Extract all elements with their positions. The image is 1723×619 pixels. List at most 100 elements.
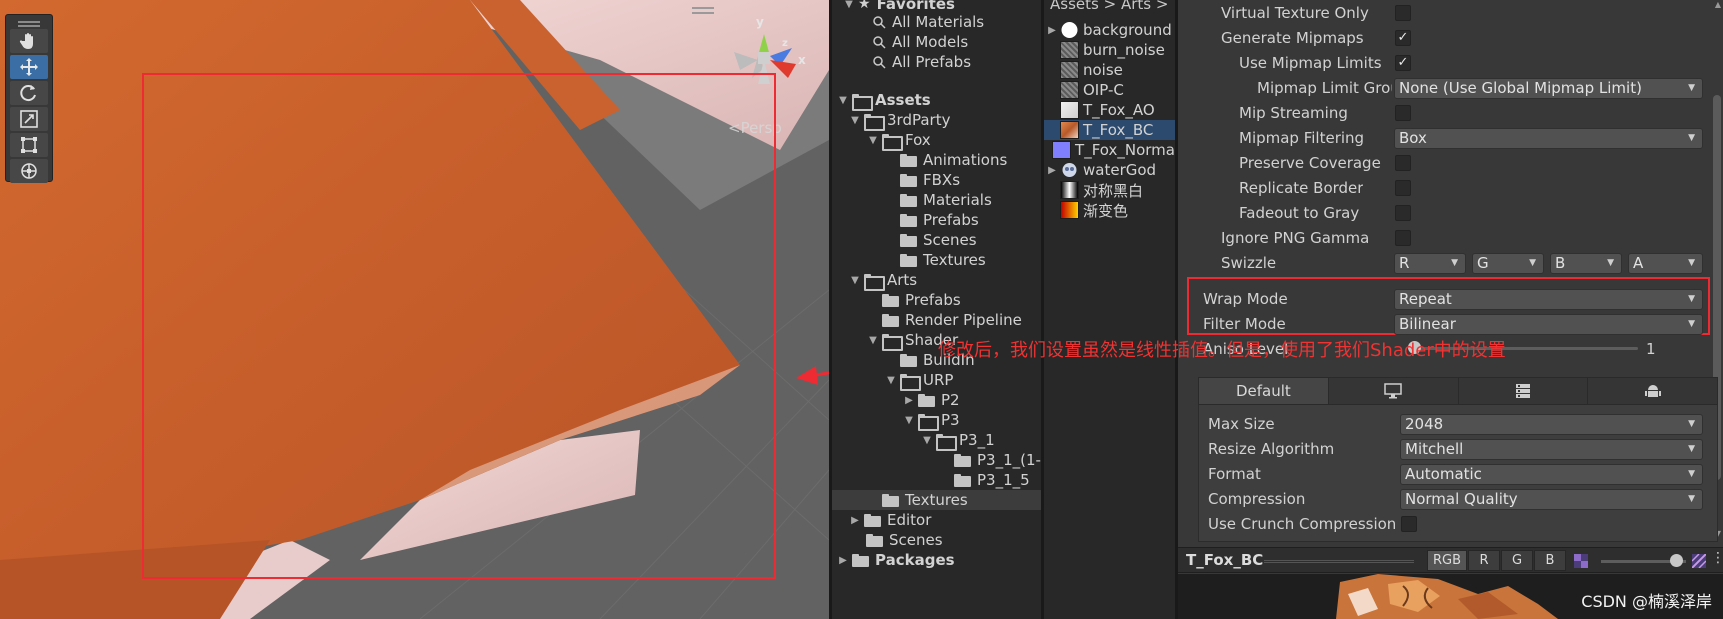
asset-item[interactable]: 渐变色 [1044, 200, 1175, 220]
use-crunch-checkbox[interactable] [1401, 516, 1417, 532]
asset-item[interactable]: ▶ background [1044, 20, 1175, 40]
resize-algorithm-dropdown[interactable]: Mitchell [1400, 438, 1703, 460]
compression-dropdown[interactable]: Normal Quality [1400, 488, 1703, 510]
generate-mipmaps-row: Generate Mipmaps ✓ [1178, 27, 1709, 49]
mip-streaming-checkbox[interactable] [1395, 105, 1411, 121]
tree-item-packages[interactable]: ▶ Packages [832, 550, 1041, 570]
generate-mipmaps-checkbox[interactable]: ✓ [1395, 30, 1411, 46]
mipmap-limit-group-dropdown[interactable]: None (Use Global Mipmap Limit) [1394, 77, 1703, 99]
asset-item[interactable]: ▶ waterGod [1044, 160, 1175, 180]
asset-item[interactable]: OIP-C [1044, 80, 1175, 100]
asset-name: noise [1083, 61, 1123, 79]
channel-b-button[interactable]: B [1534, 550, 1566, 571]
asset-item[interactable]: burn_noise [1044, 40, 1175, 60]
folder-icon [864, 513, 881, 527]
tree-item-urp[interactable]: ▼ URP [832, 370, 1041, 391]
tree-label: 3rdParty [887, 111, 951, 129]
platform-tabs: Default [1198, 377, 1718, 405]
breadcrumb-item[interactable]: Assets [1050, 0, 1099, 13]
tree-item-scenes[interactable]: Scenes [832, 230, 1041, 250]
preserve-coverage-checkbox[interactable] [1395, 155, 1411, 171]
mip-streaming-row: Mip Streaming [1178, 102, 1709, 124]
replicate-border-row: Replicate Border [1178, 177, 1709, 199]
tree-item-p3-1-b[interactable]: P3_1_5 [832, 470, 1041, 490]
annotation-text: 修改后，我们设置虽然是线性插值。但是，使用了我们Shader中的设置 [938, 340, 1506, 361]
tree-item-render-pipeline[interactable]: Render Pipeline [832, 310, 1041, 330]
folder-icon [900, 173, 917, 187]
mipmap-filtering-dropdown[interactable]: Box [1394, 127, 1703, 149]
max-size-dropdown[interactable]: 2048 [1400, 413, 1703, 435]
swizzle-a-dropdown[interactable]: A [1628, 252, 1703, 274]
mipmap-limit-group-row: Mipmap Limit Grou None (Use Global Mipma… [1178, 77, 1709, 99]
swizzle-b-dropdown[interactable]: B [1550, 252, 1622, 274]
tree-item-fbxs[interactable]: FBXs [832, 170, 1041, 190]
asset-item[interactable]: T_Fox_BC [1044, 120, 1175, 140]
tab-standalone[interactable] [1328, 378, 1459, 404]
tab-default[interactable]: Default [1199, 378, 1329, 404]
asset-list-panel: Assets > Arts > T ▶ background burn_noisen… [1041, 0, 1175, 619]
swizzle-row: Swizzle R G B A [1178, 252, 1709, 274]
breadcrumb-item[interactable]: Arts [1121, 0, 1151, 13]
mip-level-icon[interactable] [1692, 554, 1706, 568]
channel-r-button[interactable]: R [1468, 550, 1500, 571]
wrap-mode-dropdown[interactable]: Repeat [1394, 288, 1703, 310]
filter-mode-dropdown[interactable]: Bilinear [1394, 313, 1703, 335]
asset-item[interactable]: noise [1044, 60, 1175, 80]
property-label: Format [1208, 465, 1261, 483]
preview-drag-handle[interactable] [1264, 560, 1414, 563]
tab-android[interactable] [1588, 378, 1717, 404]
tree-item-all-models[interactable]: All Models [832, 32, 1041, 52]
tree-item-3rdparty[interactable]: ▼ 3rdParty [832, 110, 1041, 131]
tree-label: All Prefabs [892, 53, 972, 71]
tree-item-all-materials[interactable]: All Materials [832, 12, 1041, 32]
fadeout-to-gray-checkbox[interactable] [1395, 205, 1411, 221]
scroll-up-icon[interactable]: ▲ [1715, 0, 1721, 9]
tree-item-arts[interactable]: ▼ Arts [832, 270, 1041, 291]
use-mipmap-limits-checkbox[interactable]: ✓ [1395, 55, 1411, 71]
tree-label: Textures [923, 251, 986, 269]
swizzle-g-dropdown[interactable]: G [1472, 252, 1544, 274]
tree-item-fox[interactable]: ▼ Fox [832, 130, 1041, 151]
virtual-texture-only-checkbox[interactable] [1395, 5, 1411, 21]
asset-item[interactable]: 对称黑白 [1044, 180, 1175, 200]
tab-server[interactable] [1458, 378, 1589, 404]
preserve-coverage-row: Preserve Coverage [1178, 152, 1709, 174]
swizzle-r-dropdown[interactable]: R [1394, 252, 1466, 274]
format-dropdown[interactable]: Automatic [1400, 463, 1703, 485]
mip-level-slider-handle[interactable] [1670, 554, 1683, 567]
tree-label: All Materials [892, 13, 985, 31]
tree-label: Fox [905, 131, 931, 149]
more-options-icon[interactable]: ⋮ [1711, 550, 1723, 566]
property-label: Max Size [1208, 415, 1275, 433]
tree-item-p2[interactable]: ▶ P2 [832, 390, 1041, 410]
channel-g-button[interactable]: G [1501, 550, 1533, 571]
replicate-border-checkbox[interactable] [1395, 180, 1411, 196]
folder-icon [900, 193, 917, 207]
expand-arrow-icon[interactable]: ▶ [1044, 165, 1060, 176]
tree-item-p3-1[interactable]: ▼ P3_1 [832, 430, 1041, 451]
channel-rgb-button[interactable]: RGB [1427, 550, 1467, 571]
tree-item-assets[interactable]: ▼ Assets [832, 90, 1041, 111]
folder-icon [882, 293, 899, 307]
tree-item-editor[interactable]: ▶ Editor [832, 510, 1041, 530]
tree-item-root-scenes[interactable]: Scenes [832, 530, 1041, 550]
tree-item-animations[interactable]: Animations [832, 150, 1041, 170]
asset-item[interactable]: T_Fox_Norma [1044, 140, 1175, 160]
tree-item-p3-1-a[interactable]: P3_1_(1- [832, 450, 1041, 470]
tree-item-materials[interactable]: Materials [832, 190, 1041, 210]
breadcrumb: Assets > Arts > T [1050, 0, 1175, 13]
tree-item-arts-prefabs[interactable]: Prefabs [832, 290, 1041, 310]
watermark: CSDN @楠溪泽岸 [1581, 592, 1712, 611]
folder-icon [864, 273, 885, 291]
tree-item-prefabs[interactable]: Prefabs [832, 210, 1041, 230]
tree-item-all-prefabs[interactable]: All Prefabs [832, 52, 1041, 72]
property-label: Wrap Mode [1203, 290, 1288, 308]
expand-arrow-icon[interactable]: ▶ [1044, 25, 1060, 36]
ignore-png-gamma-checkbox[interactable] [1395, 230, 1411, 246]
asset-item[interactable]: T_Fox_AO [1044, 100, 1175, 120]
tree-item-p3[interactable]: ▼ P3 [832, 410, 1041, 431]
alpha-channel-icon[interactable] [1574, 554, 1588, 568]
texture-import-inspector: ▲ ▼ Virtual Texture Only Generate Mipmap… [1175, 0, 1723, 619]
tree-item-textures[interactable]: Textures [832, 250, 1041, 270]
tree-item-arts-textures[interactable]: Textures [832, 490, 1041, 510]
